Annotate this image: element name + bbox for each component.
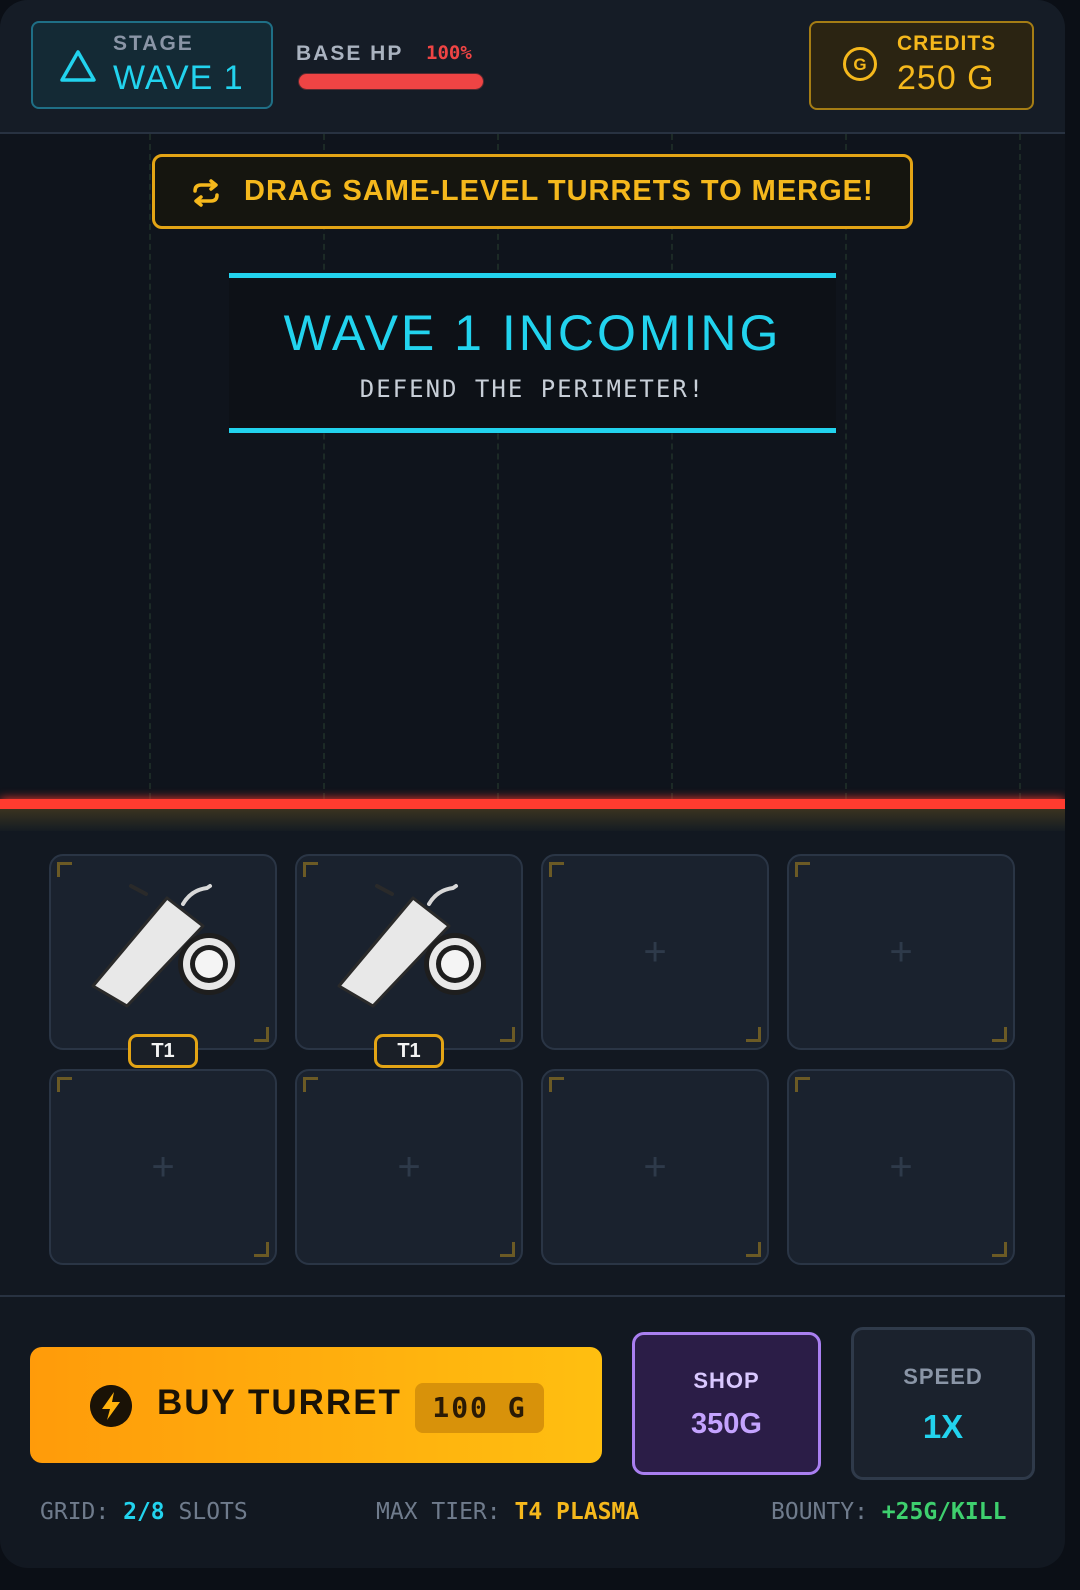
max-tier-status: MAX TIER: T4 PLASMA — [376, 1499, 639, 1525]
stage-value: WAVE 1 — [113, 59, 244, 97]
grid-slot-5[interactable]: + — [49, 1069, 277, 1265]
slot-corner — [500, 1027, 515, 1042]
grid-slot-2[interactable]: T1 — [295, 854, 523, 1068]
slot-corner — [303, 862, 318, 877]
grid-status-value: 2/8 — [123, 1499, 165, 1525]
grid-slot-7[interactable]: + — [541, 1069, 769, 1265]
bounty-label: BOUNTY: — [771, 1499, 868, 1525]
max-tier-label: MAX TIER: — [376, 1499, 501, 1525]
triangle-icon — [60, 50, 96, 82]
tier-badge: T1 — [128, 1034, 198, 1068]
slot-corner — [57, 862, 72, 877]
lightning-bolt-icon — [90, 1385, 132, 1427]
status-footer: GRID: 2/8 SLOTS MAX TIER: T4 PLASMA BOUN… — [0, 1499, 1065, 1533]
merge-hint-banner: DRAG SAME-LEVEL TURRETS TO MERGE! — [152, 154, 913, 229]
credits-value: 250 G — [897, 59, 995, 97]
empty-slot-plus-icon: + — [397, 1145, 421, 1189]
grid-status-label: GRID: — [40, 1499, 110, 1525]
turret-icon[interactable] — [337, 878, 487, 1008]
wave-title: WAVE 1 INCOMING — [283, 305, 782, 361]
buy-turret-button[interactable]: BUY TURRET 100 G — [30, 1347, 602, 1463]
speed-label: SPEED — [903, 1364, 983, 1389]
speed-value: 1X — [922, 1408, 964, 1445]
grid-slot-6[interactable]: + — [295, 1069, 523, 1265]
grid-status-suffix: SLOTS — [178, 1499, 248, 1525]
stage-panel: STAGE WAVE 1 — [31, 21, 273, 109]
battlefield: DRAG SAME-LEVEL TURRETS TO MERGE! WAVE 1… — [0, 134, 1065, 799]
bounty-status: BOUNTY: +25G/KILL — [771, 1499, 1006, 1525]
lane-divider — [1019, 134, 1021, 799]
shop-button[interactable]: SHOP 350G — [632, 1332, 821, 1475]
lane-divider — [497, 134, 499, 799]
credits-panel: G CREDITS 250 G — [809, 21, 1034, 110]
slot-corner — [254, 1027, 269, 1042]
shop-label: SHOP — [693, 1368, 760, 1393]
grid-slot-4[interactable]: + — [787, 854, 1015, 1050]
merge-hint-text: DRAG SAME-LEVEL TURRETS TO MERGE! — [244, 175, 874, 207]
buy-turret-label: BUY TURRET — [157, 1383, 402, 1422]
stage-label: STAGE — [113, 32, 194, 55]
max-tier-value: T4 PLASMA — [514, 1499, 640, 1525]
lane-divider — [671, 134, 673, 799]
turret-grid: T1 T1 + + + + + + — [0, 831, 1065, 1297]
base-hp-fill — [299, 74, 483, 89]
lane-divider — [149, 134, 151, 799]
lane-divider — [323, 134, 325, 799]
game-screen: STAGE WAVE 1 BASE HP 100% G CREDITS 250 … — [0, 0, 1065, 1568]
defense-line — [0, 799, 1065, 809]
grid-slot-1[interactable]: T1 — [49, 854, 277, 1068]
tier-badge: T1 — [374, 1034, 444, 1068]
grid-status: GRID: 2/8 SLOTS — [40, 1499, 248, 1525]
wave-banner: WAVE 1 INCOMING DEFEND THE PERIMETER! — [229, 273, 836, 433]
lane-divider — [845, 134, 847, 799]
empty-slot-plus-icon: + — [889, 930, 913, 974]
empty-slot-plus-icon: + — [643, 930, 667, 974]
bounty-value: +25G/KILL — [881, 1499, 1007, 1525]
grid-slot-8[interactable]: + — [787, 1069, 1015, 1265]
grid-slot-3[interactable]: + — [541, 854, 769, 1050]
defense-glow — [0, 809, 1065, 831]
base-hp-label: BASE HP — [296, 42, 404, 65]
empty-slot-plus-icon: + — [151, 1145, 175, 1189]
merge-cycle-icon — [193, 179, 219, 207]
shop-price: 350G — [691, 1408, 762, 1440]
top-bar: STAGE WAVE 1 BASE HP 100% G CREDITS 250 … — [0, 0, 1065, 134]
speed-button[interactable]: SPEED 1X — [851, 1327, 1035, 1480]
turret-icon[interactable] — [91, 878, 241, 1008]
wave-subtitle: DEFEND THE PERIMETER! — [359, 375, 706, 403]
base-hp-percent: 100% — [426, 42, 472, 64]
credits-label: CREDITS — [897, 32, 997, 55]
coin-icon: G — [843, 47, 877, 81]
empty-slot-plus-icon: + — [889, 1145, 913, 1189]
buy-turret-price: 100 G — [415, 1383, 544, 1433]
base-hp-bar — [298, 73, 484, 90]
empty-slot-plus-icon: + — [643, 1145, 667, 1189]
